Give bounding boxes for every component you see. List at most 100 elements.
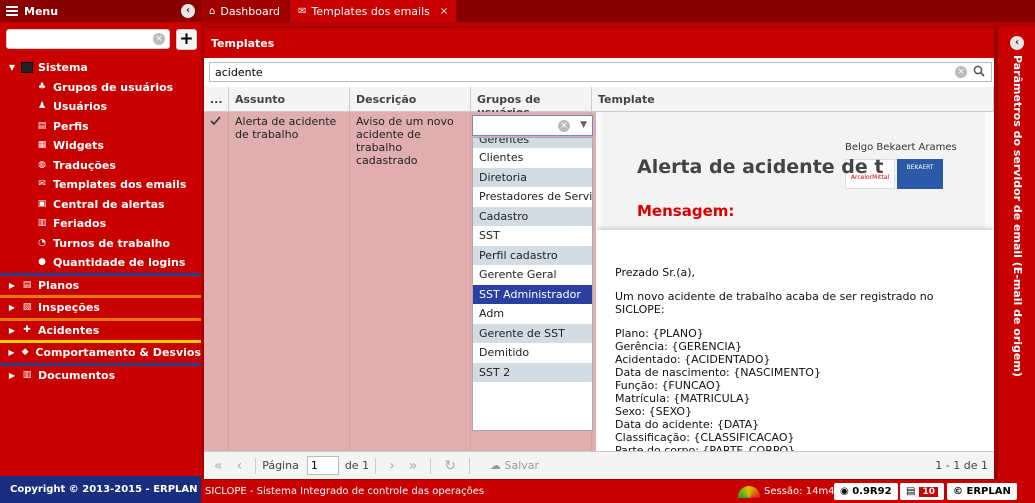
menu-header[interactable]: Menu [0,0,201,22]
hamburger-icon[interactable] [6,4,18,18]
column-header-descricao[interactable]: Descrição [350,87,471,111]
preview-field: Data do acidente: {DATA} [615,418,760,431]
search-icon[interactable] [973,65,985,77]
clear-icon[interactable]: × [153,33,165,45]
tab-templates-emails[interactable]: ✉ Templates dos emails × [290,0,457,22]
version-button[interactable]: ◉ 0.9R92 [834,483,898,500]
menu-item-feriados[interactable]: ▥ Feriados [0,214,201,234]
envelope-icon: ✉ [298,5,307,17]
menu-item-templates-emails[interactable]: ✉ Templates dos emails [0,175,201,195]
menu-group-label: Inspeções [38,301,100,315]
menu-group-planos[interactable]: ▶ ▤ Planos [0,276,201,296]
refresh-icon[interactable]: ↻ [444,458,456,474]
filter-input[interactable] [210,63,991,81]
company-button[interactable]: © ERPLAN [947,483,1017,500]
next-page-icon[interactable]: › [389,458,395,474]
dropdown-option[interactable]: SST Administrador [473,284,592,304]
status-bar: SICLOPE - Sistema Integrado de controle … [201,480,1035,503]
prev-page-icon[interactable]: ‹ [237,458,243,474]
chevron-down-icon[interactable]: ▼ [580,120,587,130]
preview-field: Plano: {PLANO} [615,327,704,340]
menu-item-central-alertas[interactable]: ▣ Central de alertas [0,195,201,215]
expand-right-icon[interactable]: ▶ [7,303,17,312]
page-total: de 1 [344,459,370,472]
dropdown-option[interactable]: Adm [473,304,592,324]
menu-item-usuarios[interactable]: ♟ Usuários [0,97,201,117]
dropdown-option[interactable]: Prestadores de Serviço [473,187,592,207]
stopwatch-icon: ◔ [38,237,46,248]
dropdown-option[interactable]: Diretoria [473,167,592,187]
expand-panel-icon[interactable]: ‹ [1010,36,1024,50]
menu-group-documentos[interactable]: ▶ ▥ Documentos [0,366,201,386]
menu-item-perfis[interactable]: ▤ Perfis [0,117,201,137]
dropdown-option[interactable]: Gerentes [473,138,592,148]
page-number-input[interactable] [306,456,339,475]
menu-tree: ▼ Sistema ♣ Grupos de usuários ♟ Usuários … [0,58,201,385]
expand-down-icon[interactable]: ▼ [7,63,17,72]
save-button[interactable]: ☁ Salvar [490,459,539,472]
notification-badge: 10 [919,486,938,497]
plans-icon: ▤ [22,279,32,290]
grupos-combobox[interactable]: × ▼ [472,115,593,136]
add-button[interactable]: + [176,29,197,50]
filter-field: × [209,62,992,82]
menu-group-sistema[interactable]: ▼ Sistema [0,58,201,78]
dropdown-option[interactable]: SST [473,226,592,246]
divider [255,457,257,474]
dropdown-option[interactable]: Gerente Geral [473,265,592,285]
sidebar: Menu ‹ × + ▼ Sistema ♣ Grupos de usuários… [0,0,201,503]
column-header-grupos[interactable]: Grupos de usuários [471,87,592,119]
collapse-sidebar-icon[interactable]: ‹ [181,4,195,18]
alert-icon: ▣ [37,198,47,209]
clear-icon[interactable]: × [558,120,570,132]
expand-right-icon[interactable]: ▶ [7,371,17,380]
dropdown-option[interactable]: Perfil cadastro [473,245,592,265]
close-icon[interactable]: × [440,6,448,17]
cell-assunto[interactable]: Alerta de acidente de trabalho [229,112,350,452]
menu-item-logins[interactable]: ● Quantidade de logins [0,253,201,273]
templates-grid: ... Assunto Descrição Grupos de usuários… [204,87,994,452]
column-header-assunto[interactable]: Assunto [229,87,350,111]
preview-intro: Um novo acidente de trabalho acaba de se… [615,290,934,316]
notifications-button[interactable]: ▤ 10 [900,483,944,500]
menu-group-inspecoes[interactable]: ▶ ▧ Inspeções [0,298,201,318]
menu-item-label: Grupos de usuários [53,80,174,94]
expand-right-icon[interactable]: ▶ [7,281,17,290]
list-icon: ▤ [906,486,916,497]
home-icon: ⌂ [209,5,216,17]
dropdown-option[interactable]: Clientes [473,148,592,168]
sidebar-search: × + [6,29,197,51]
menu-item-grupos-usuarios[interactable]: ♣ Grupos de usuários [0,78,201,98]
menu-item-widgets[interactable]: ▦ Widgets [0,136,201,156]
profile-icon: ▤ [37,120,47,131]
preview-field: Gerência: {GERENCIA} [615,340,743,353]
dropdown-option[interactable]: SST 2 [473,362,592,382]
menu-group-label: Acidentes [38,323,100,337]
expand-right-icon[interactable]: ▶ [7,326,17,335]
tab-dashboard[interactable]: ⌂ Dashboard [201,0,289,22]
menu-group-acidentes[interactable]: ▶ ✚ Acidentes [0,321,201,341]
sidebar-search-input[interactable] [6,29,170,49]
dropdown-option[interactable]: Demitido [473,343,592,363]
column-header-template[interactable]: Template [592,87,994,111]
clear-icon[interactable]: × [955,66,967,78]
divider [430,457,432,474]
menu-group-comportamento[interactable]: ▶ ◆ Comportamento & Desvios [0,343,201,363]
record-count: 1 - 1 de 1 [935,459,988,472]
last-page-icon[interactable]: » [409,458,418,474]
cell-descricao[interactable]: Aviso de um novo acidente de trabalho ca… [350,112,471,452]
menu-item-turnos[interactable]: ◔ Turnos de trabalho [0,234,201,254]
menu-item-traducoes[interactable]: ◍ Traduções [0,156,201,176]
first-page-icon[interactable]: « [214,458,223,474]
bekaert-logo: BEKAERT [897,159,943,189]
preview-fields: Plano: {PLANO} Gerência: {GERENCIA} Aciden… [615,327,976,452]
dropdown-option[interactable]: Cadastro [473,206,592,226]
column-header-actions[interactable]: ... [204,87,229,111]
accident-icon: ✚ [23,324,31,335]
dropdown-option[interactable]: Gerente de SST [473,323,592,343]
company-label: ERPLAN [966,486,1011,497]
expand-right-icon[interactable]: ▶ [7,348,16,357]
email-server-panel-title[interactable]: Parâmetros do servidor de email (E-mail … [1010,55,1024,377]
row-checkbox[interactable] [204,112,229,452]
panel-title: Templates [204,28,994,58]
